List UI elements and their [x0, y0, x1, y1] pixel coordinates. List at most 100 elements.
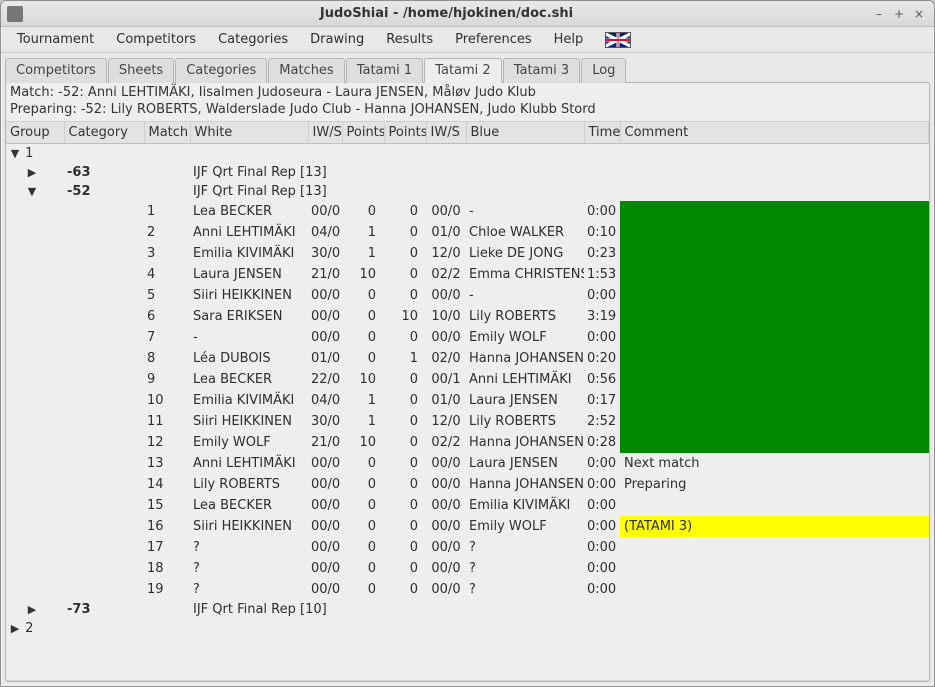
menu-competitors[interactable]: Competitors	[106, 29, 206, 50]
cell-white: Emilia KIVIMÄKI	[190, 390, 308, 411]
table-row[interactable]: 15Lea BECKER00/00000/0Emilia KIVIMÄKI0:0…	[6, 495, 929, 516]
table-row[interactable]: 7-00/00000/0Emily WOLF0:00	[6, 327, 929, 348]
tab-categories[interactable]: Categories	[175, 58, 267, 83]
cell-time: 0:56	[584, 369, 620, 390]
cell-time: 3:19	[584, 306, 620, 327]
table-row[interactable]: 8Léa DUBOIS01/00102/0Hanna JOHANSEN0:20	[6, 348, 929, 369]
titlebar[interactable]: JudoShiai - /home/hjokinen/doc.shi – + ×	[1, 1, 934, 27]
flag-icon[interactable]	[605, 32, 631, 48]
table-row[interactable]: 1Lea BECKER00/00000/0-0:00	[6, 201, 929, 222]
table-row[interactable]: 16Siiri HEIKKINEN00/00000/0Emily WOLF0:0…	[6, 516, 929, 537]
close-button[interactable]: ×	[910, 6, 928, 22]
menu-tournament[interactable]: Tournament	[7, 29, 104, 50]
cell-match: 2	[144, 222, 190, 243]
tab-sheets[interactable]: Sheets	[108, 58, 174, 83]
cell-comment	[620, 558, 929, 579]
cell-blue: Lily ROBERTS	[466, 306, 584, 327]
tab-matches[interactable]: Matches	[268, 58, 344, 83]
col-category[interactable]: Category	[64, 122, 144, 144]
cell-time: 0:00	[584, 327, 620, 348]
cell-comment	[620, 327, 929, 348]
expander-icon[interactable]: ▼	[26, 185, 38, 198]
table-row[interactable]: 19?00/00000/0?0:00	[6, 579, 929, 600]
maximize-button[interactable]: +	[890, 6, 908, 22]
cell-points-white: 0	[342, 474, 384, 495]
table-row[interactable]: 4Laura JENSEN21/010002/2Emma CHRISTENSEN…	[6, 264, 929, 285]
cell-match: 6	[144, 306, 190, 327]
table-row[interactable]: 14Lily ROBERTS00/00000/0Hanna JOHANSEN0:…	[6, 474, 929, 495]
tab-tatami-3[interactable]: Tatami 3	[503, 58, 581, 83]
cell-time: 0:00	[584, 453, 620, 474]
table-row[interactable]: 13Anni LEHTIMÄKI00/00000/0Laura JENSEN0:…	[6, 453, 929, 474]
expander-icon[interactable]: ▼	[9, 147, 21, 160]
col-points2[interactable]: Points	[384, 122, 426, 144]
table-header-row[interactable]: Group Category Match White IW/S Points P…	[6, 122, 929, 144]
app-window: JudoShiai - /home/hjokinen/doc.shi – + ×…	[0, 0, 935, 687]
menu-drawing[interactable]: Drawing	[300, 29, 374, 50]
category-row[interactable]: ▶ -63 IJF Qrt Final Rep [13]	[6, 163, 929, 182]
menu-results[interactable]: Results	[376, 29, 443, 50]
expander-icon[interactable]: ▶	[26, 603, 38, 616]
table-row[interactable]: 9Lea BECKER22/010000/1Anni LEHTIMÄKI0:56	[6, 369, 929, 390]
cell-time: 0:20	[584, 348, 620, 369]
cell-blue: Anni LEHTIMÄKI	[466, 369, 584, 390]
cell-iws-blue: 00/0	[426, 474, 466, 495]
table-row[interactable]: 11Siiri HEIKKINEN30/01012/0Lily ROBERTS2…	[6, 411, 929, 432]
group-row[interactable]: ▶ 2	[6, 619, 929, 638]
cell-comment	[620, 369, 929, 390]
cell-points-blue: 0	[384, 201, 426, 222]
table-row[interactable]: 5Siiri HEIKKINEN00/00000/0-0:00	[6, 285, 929, 306]
cell-iws-white: 21/0	[308, 264, 342, 285]
col-group[interactable]: Group	[6, 122, 64, 144]
tab-log[interactable]: Log	[581, 58, 626, 83]
cell-blue: Laura JENSEN	[466, 453, 584, 474]
table-row[interactable]: 3Emilia KIVIMÄKI30/01012/0Lieke DE JONG0…	[6, 243, 929, 264]
tab-tatami-1[interactable]: Tatami 1	[346, 58, 424, 83]
table-row[interactable]: 18?00/00000/0?0:00	[6, 558, 929, 579]
cell-iws-white: 01/0	[308, 348, 342, 369]
cell-iws-blue: 01/0	[426, 222, 466, 243]
category-row[interactable]: ▼ -52 IJF Qrt Final Rep [13]	[6, 182, 929, 201]
menubar: Tournament Competitors Categories Drawin…	[1, 27, 934, 53]
matches-table: Group Category Match White IW/S Points P…	[6, 122, 929, 638]
cell-white: Siiri HEIKKINEN	[190, 516, 308, 537]
cell-points-blue: 0	[384, 432, 426, 453]
col-points1[interactable]: Points	[342, 122, 384, 144]
category-desc: IJF Qrt Final Rep [13]	[190, 182, 929, 201]
menu-categories[interactable]: Categories	[208, 29, 298, 50]
cell-points-white: 0	[342, 537, 384, 558]
minimize-button[interactable]: –	[870, 6, 888, 22]
cell-match: 9	[144, 369, 190, 390]
menu-preferences[interactable]: Preferences	[445, 29, 541, 50]
cell-iws-blue: 00/0	[426, 579, 466, 600]
cell-white: Sara ERIKSEN	[190, 306, 308, 327]
expander-icon[interactable]: ▶	[9, 622, 21, 635]
table-row[interactable]: 12Emily WOLF21/010002/2Hanna JOHANSEN0:2…	[6, 432, 929, 453]
table-row[interactable]: 17?00/00000/0?0:00	[6, 537, 929, 558]
table-row[interactable]: 10Emilia KIVIMÄKI04/01001/0Laura JENSEN0…	[6, 390, 929, 411]
tab-tatami-2[interactable]: Tatami 2	[424, 58, 502, 83]
col-match[interactable]: Match	[144, 122, 190, 144]
cell-points-blue: 0	[384, 222, 426, 243]
cell-comment	[620, 285, 929, 306]
cell-iws-white: 30/0	[308, 243, 342, 264]
col-iws2[interactable]: IW/S	[426, 122, 466, 144]
menu-help[interactable]: Help	[544, 29, 594, 50]
group-row[interactable]: ▼ 1	[6, 143, 929, 163]
cell-iws-white: 30/0	[308, 411, 342, 432]
table-row[interactable]: 6Sara ERIKSEN00/001010/0Lily ROBERTS3:19	[6, 306, 929, 327]
col-blue[interactable]: Blue	[466, 122, 584, 144]
tab-competitors[interactable]: Competitors	[5, 58, 107, 83]
col-comment[interactable]: Comment	[620, 122, 929, 144]
expander-icon[interactable]: ▶	[26, 166, 38, 179]
col-time[interactable]: Time	[584, 122, 620, 144]
col-iws1[interactable]: IW/S	[308, 122, 342, 144]
table-row[interactable]: 2Anni LEHTIMÄKI04/01001/0Chloe WALKER0:1…	[6, 222, 929, 243]
matches-table-scroll[interactable]: Group Category Match White IW/S Points P…	[6, 121, 929, 681]
cell-comment	[620, 348, 929, 369]
category-row[interactable]: ▶ -73 IJF Qrt Final Rep [10]	[6, 600, 929, 619]
col-white[interactable]: White	[190, 122, 308, 144]
cell-iws-blue: 00/0	[426, 327, 466, 348]
cell-iws-blue: 00/1	[426, 369, 466, 390]
cell-comment	[620, 390, 929, 411]
